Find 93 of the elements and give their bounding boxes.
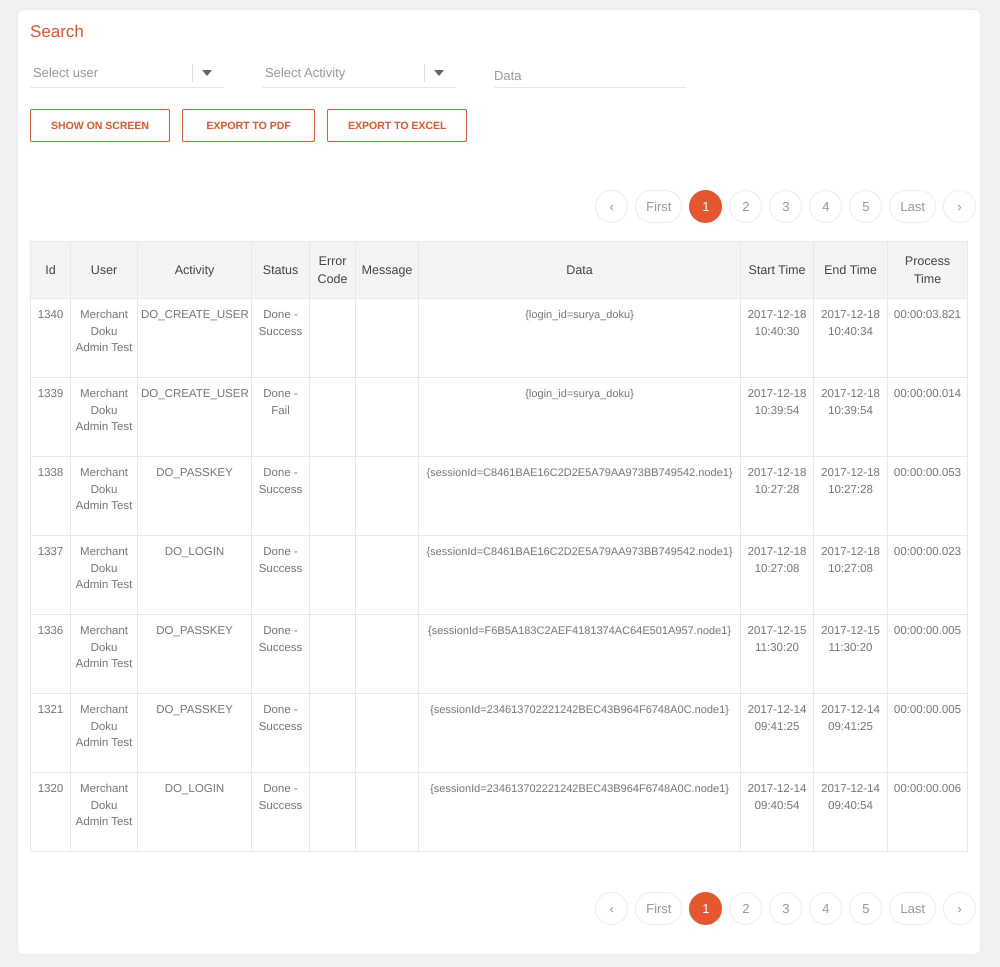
table-cell-text: Merchant Doku Admin Test	[74, 387, 134, 435]
table-cell-text: DO_CREATE_USER	[141, 308, 249, 323]
table-cell-text: 2017-12-14 09:40:54	[746, 782, 808, 814]
table-cell-text: {sessionId=234613702221242BEC43B964F6748A0C.node1}	[430, 703, 729, 718]
select-dropdown[interactable]: Select user	[30, 58, 224, 88]
column-header: Data	[566, 262, 593, 279]
table-cell-text: Merchant Doku Admin Test	[74, 308, 134, 356]
table-cell-text: 2017-12-18 10:27:28	[820, 466, 881, 498]
table-cell-text: 1340	[38, 308, 64, 323]
action-button[interactable]: EXPORT TO PDF	[182, 109, 316, 142]
table-cell-text: Merchant Doku Admin Test	[74, 466, 134, 514]
table-cell-text: DO_LOGIN	[164, 782, 224, 797]
table-cell-text: 2017-12-18 10:27:28	[746, 466, 808, 498]
page-button[interactable]: 3	[769, 190, 802, 223]
select-dropdown[interactable]: Select Activity	[262, 58, 456, 88]
column-header: Id	[45, 262, 56, 279]
table-cell-text: Merchant Doku Admin Test	[74, 782, 134, 830]
table-cell-text: 2017-12-14 09:41:25	[820, 703, 881, 734]
table-cell-text: 2017-12-18 10:27:08	[746, 545, 808, 576]
table-cell-text: 1337	[38, 545, 64, 560]
column-header: Status	[262, 262, 298, 279]
table-cell-text: 1336	[38, 624, 64, 639]
table-cell-text: Done - Success	[258, 782, 304, 814]
page-button[interactable]: 1	[689, 892, 722, 925]
page-button[interactable]: Last	[889, 190, 936, 223]
table-cell-text: 1339	[38, 387, 64, 402]
page-button[interactable]: First	[635, 190, 682, 223]
table-cell-text: 1321	[38, 703, 64, 718]
table-cell-text: Done - Success	[258, 703, 304, 734]
table-cell-text: {login_id=surya_doku}	[525, 387, 634, 402]
table-cell-text: 2017-12-18 10:40:30	[746, 308, 808, 340]
table-cell-text: 00:00:00.014	[894, 387, 962, 402]
page-button[interactable]: 2	[729, 190, 762, 223]
page-button[interactable]: ‹	[595, 892, 628, 925]
table-cell-text: DO_PASSKEY	[156, 624, 233, 639]
column-header: Error Code	[316, 253, 348, 288]
table-cell-text: DO_PASSKEY	[156, 466, 233, 481]
table-cell-text: Merchant Doku Admin Test	[74, 545, 134, 593]
table-cell-text: 2017-12-14 09:40:54	[820, 782, 881, 814]
table-cell-text: 2017-12-18 10:40:34	[820, 308, 881, 340]
table-cell-text: Done - Success	[258, 308, 304, 340]
column-header: End Time	[824, 262, 877, 279]
table-cell-text: 00:00:00.006	[894, 782, 962, 797]
data-input-field[interactable]: Data	[494, 58, 686, 88]
table-cell-text: {sessionId=F6B5A183C2AEF4181374AC64E501A957.node1}	[428, 624, 732, 639]
table-cell-text: {sessionId=234613702221242BEC43B964F6748A0C.node1}	[430, 782, 729, 797]
caret-icon	[202, 70, 212, 76]
table-cell-text: Done - Success	[258, 466, 304, 498]
page-button[interactable]: 3	[769, 892, 802, 925]
column-header: Start Time	[748, 262, 806, 279]
page-button[interactable]: ›	[943, 892, 976, 925]
table-cell-text: 2017-12-15 11:30:20	[746, 624, 808, 656]
page-button[interactable]: 4	[809, 892, 842, 925]
table-cell-text: Merchant Doku Admin Test	[74, 624, 134, 672]
table-cell-text: 1320	[38, 782, 64, 797]
table-cell-text: 00:00:00.023	[894, 545, 962, 560]
action-button[interactable]: EXPORT TO EXCEL	[327, 109, 468, 142]
caret-icon	[434, 70, 444, 76]
table-cell-text: Done - Fail	[262, 387, 299, 418]
table-cell-text: 2017-12-18 10:27:08	[820, 545, 881, 576]
page-button[interactable]: ›	[943, 190, 976, 223]
table-cell-text: 00:00:00.005	[894, 624, 962, 639]
table-cell-text: Merchant Doku Admin Test	[74, 703, 134, 751]
table-cell-text: 1338	[38, 466, 64, 481]
column-header: Activity	[174, 262, 214, 279]
page-button[interactable]: 1	[689, 190, 722, 223]
page-button[interactable]: 4	[809, 190, 842, 223]
table-cell-text: 00:00:03.821	[894, 308, 962, 323]
table-cell-text: {sessionId=C8461BAE16C2D2E5A79AA973BB749542.node1}	[426, 545, 733, 560]
action-button[interactable]: SHOW ON SCREEN	[30, 109, 170, 142]
table-cell-text: 2017-12-18 10:39:54	[820, 387, 881, 418]
table-cell-text: {login_id=surya_doku}	[525, 308, 634, 323]
column-header: Process Time	[904, 253, 952, 288]
table-cell-text: DO_CREATE_USER	[141, 387, 249, 402]
table-cell-text: 00:00:00.053	[894, 466, 962, 481]
table-cell-text: 00:00:00.005	[894, 703, 962, 718]
table-cell-text: 2017-12-18 10:39:54	[746, 387, 808, 418]
column-header: Message	[362, 262, 412, 279]
table-cell-text: DO_PASSKEY	[156, 703, 233, 718]
page-button[interactable]: ‹	[595, 190, 628, 223]
table-cell-text: DO_LOGIN	[164, 545, 224, 560]
search-title: Search	[30, 22, 84, 42]
column-header: User	[90, 262, 118, 279]
page-button[interactable]: 2	[729, 892, 762, 925]
page-button[interactable]: 5	[849, 892, 882, 925]
page-button[interactable]: 5	[849, 190, 882, 223]
table-cell-text: Done - Success	[258, 545, 304, 576]
table-cell-text: 2017-12-15 11:30:20	[820, 624, 881, 656]
table-cell-text: 2017-12-14 09:41:25	[746, 703, 808, 734]
page-button[interactable]: First	[635, 892, 682, 925]
page-button[interactable]: Last	[889, 892, 936, 925]
table-cell-text: {sessionId=C8461BAE16C2D2E5A79AA973BB749542.node1}	[426, 466, 733, 481]
table-cell-text: Done - Success	[258, 624, 304, 656]
